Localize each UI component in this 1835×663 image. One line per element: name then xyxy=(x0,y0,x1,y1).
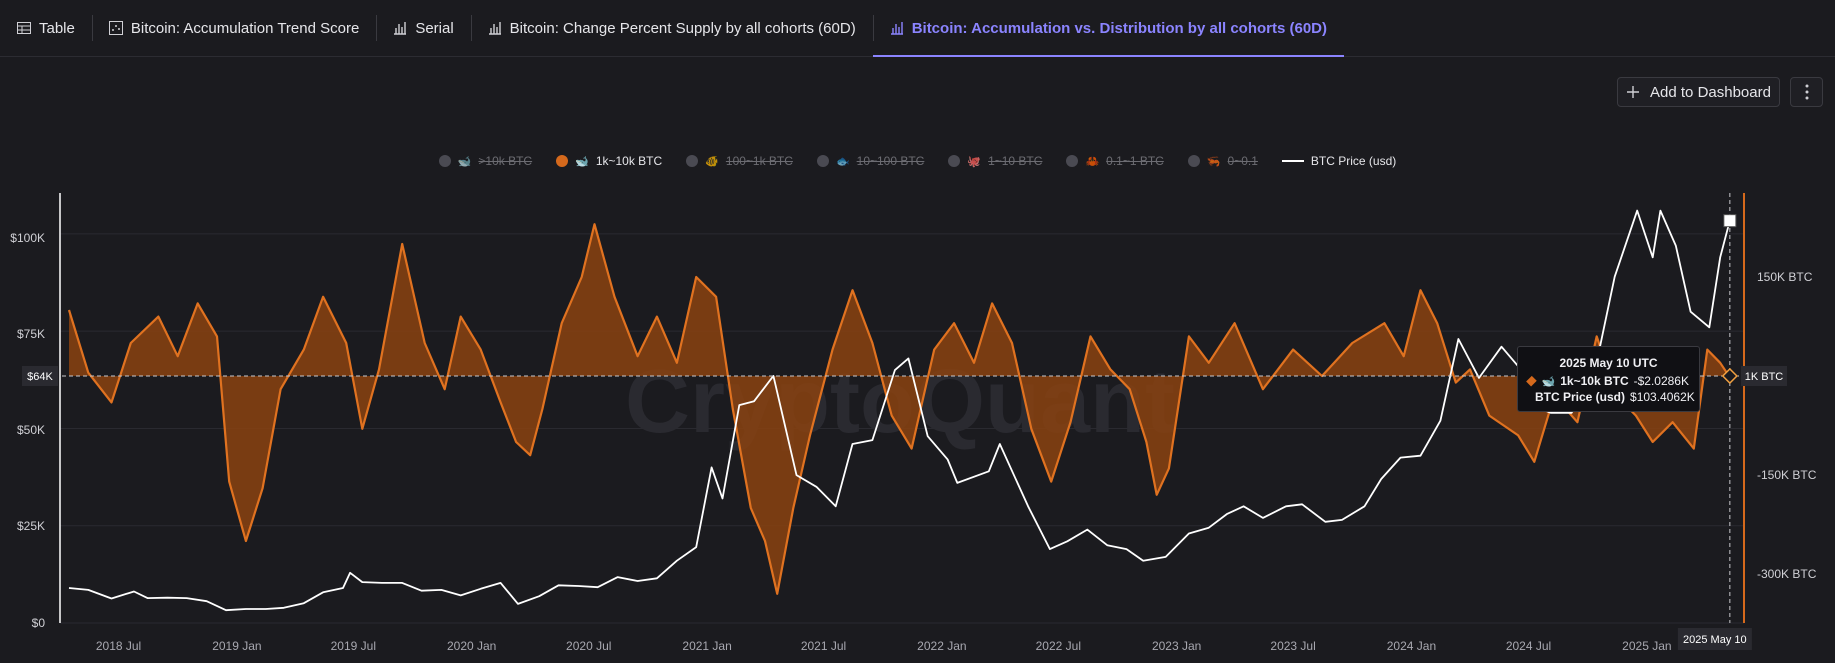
tab-3[interactable]: Bitcoin: Change Percent Supply by all co… xyxy=(470,0,873,56)
x-tick-label: 2021 Jan xyxy=(682,639,731,653)
chart-legend: 🐋 >10k BTC 🐋 1k~10k BTC 🐠 100~1k BTC 🐟 10~100 B… xyxy=(0,150,1835,172)
x-tick-label: 2020 Jan xyxy=(447,639,496,653)
kebab-menu-icon xyxy=(1805,84,1808,100)
legend-dot-icon xyxy=(686,155,699,167)
bar-chart-icon xyxy=(488,21,502,35)
x-tick-label: 2023 Jan xyxy=(1152,639,1201,653)
legend-dot-icon xyxy=(1066,155,1079,167)
bar-chart-icon xyxy=(393,21,407,35)
humpback-icon: 🐋 xyxy=(457,155,472,168)
tab-label: Serial xyxy=(415,19,454,37)
legend-item[interactable]: 🐋 >10k BTC xyxy=(438,154,533,168)
legend-dot-icon xyxy=(556,155,569,167)
bar-chart-icon xyxy=(890,21,904,35)
shrimp-icon: 🦐 xyxy=(1206,155,1221,168)
crosshair-left-label: $64K xyxy=(27,371,53,383)
legend-label: BTC Price (usd) xyxy=(1310,154,1397,168)
whale-icon: 🐋 xyxy=(575,155,589,168)
y-right-tick-label: 150K BTC xyxy=(1757,270,1813,284)
tab-1[interactable]: Bitcoin: Accumulation Trend Score xyxy=(91,0,376,56)
legend-label: >10k BTC xyxy=(478,154,533,168)
legend-label: 0.1~1 BTC xyxy=(1106,154,1164,168)
x-tick-label: 2022 Jan xyxy=(917,639,966,653)
tab-4[interactable]: Bitcoin: Accumulation vs. Distribution b… xyxy=(872,0,1345,57)
line-icon xyxy=(1281,160,1304,162)
more-options-button[interactable] xyxy=(1790,77,1823,107)
legend-item[interactable]: BTC Price (usd) xyxy=(1281,154,1397,168)
tooltip-row-whale: 🐋 1k~10k BTC -$2.0286K xyxy=(1526,374,1689,388)
crosshair-x-label: 2025 May 10 xyxy=(1683,634,1747,646)
tab-0[interactable]: Table xyxy=(0,0,92,56)
legend-label: 1~10 BTC xyxy=(988,154,1043,168)
y-right-tick-label: -300K BTC xyxy=(1757,567,1817,581)
tooltip-row-value: $103.4062K xyxy=(1630,390,1695,404)
legend-item[interactable]: 🐟 10~100 BTC xyxy=(816,154,925,168)
x-tick-label: 2019 Jul xyxy=(331,639,376,653)
y-right-tick-label: -150K BTC xyxy=(1757,468,1817,482)
tab-bar: Table Bitcoin: Accumulation Trend Score Se… xyxy=(0,0,1835,57)
y-left-tick-label: $75K xyxy=(17,327,45,341)
tab-label: Bitcoin: Accumulation Trend Score xyxy=(130,19,360,37)
tooltip-date: 2025 May 10 UTC xyxy=(1559,356,1658,370)
series-area-whale-fill xyxy=(69,224,1730,594)
tooltip-row-label: 1k~10k BTC xyxy=(1560,374,1629,388)
chart: CryptoQuant$0$25K$50K$75K$100K$64K150K B… xyxy=(10,193,1817,653)
legend-label: 1k~10k BTC xyxy=(595,154,663,168)
crab-icon: 🦀 xyxy=(1085,155,1100,168)
add-to-dashboard-label: Add to Dashboard xyxy=(1650,83,1771,101)
y-left-tick-label: $25K xyxy=(17,519,45,533)
shark-icon: 🐠 xyxy=(705,155,719,168)
x-tick-label: 2024 Jul xyxy=(1506,639,1551,653)
series-marker-icon xyxy=(1526,375,1537,387)
add-to-dashboard-button[interactable]: Add to Dashboard xyxy=(1617,77,1780,107)
scatter-icon xyxy=(108,21,123,35)
octopus-icon: 🐙 xyxy=(967,155,982,168)
tab-label: Bitcoin: Accumulation vs. Distribution b… xyxy=(911,19,1328,37)
x-tick-label: 2023 Jul xyxy=(1270,639,1315,653)
tooltip-row-price: BTC Price (usd) $103.4062K xyxy=(1528,390,1695,404)
table-icon xyxy=(17,22,31,34)
legend-item[interactable]: 🦀 0.1~1 BTC xyxy=(1066,154,1164,168)
whale-icon: 🐋 xyxy=(1541,375,1556,388)
tab-2[interactable]: Serial xyxy=(376,0,470,56)
x-tick-label: 2019 Jan xyxy=(212,639,261,653)
tooltip-row-label: BTC Price (usd) xyxy=(1535,390,1626,404)
legend-item[interactable]: 🦐 0~0.1 xyxy=(1187,154,1258,168)
x-tick-label: 2020 Jul xyxy=(566,639,611,653)
legend-item[interactable]: 🐋 1k~10k BTC xyxy=(556,154,662,168)
x-tick-label: 2021 Jul xyxy=(801,639,846,653)
x-tick-label: 2024 Jan xyxy=(1387,639,1436,653)
legend-dot-icon xyxy=(438,155,451,167)
x-tick-label: 2018 Jul xyxy=(96,639,141,653)
y-left-tick-label: $50K xyxy=(17,423,45,437)
legend-item[interactable]: 🐙 1~10 BTC xyxy=(948,154,1042,168)
price-marker xyxy=(1723,214,1737,228)
x-tick-label: 2022 Jul xyxy=(1036,639,1081,653)
legend-dot-icon xyxy=(948,155,961,167)
crosshair-right-label: 1K BTC xyxy=(1745,371,1784,383)
tab-label: Bitcoin: Change Percent Supply by all co… xyxy=(509,19,856,37)
plus-icon xyxy=(1627,86,1640,98)
x-tick-label: 2025 Jan xyxy=(1622,639,1671,653)
legend-label: 10~100 BTC xyxy=(856,154,925,168)
chart-tooltip: 2025 May 10 UTC 🐋 1k~10k BTC -$2.0286K B… xyxy=(1517,346,1700,412)
legend-label: 100~1k BTC xyxy=(725,154,793,168)
y-left-tick-label: $0 xyxy=(32,616,46,630)
tab-label: Table xyxy=(39,19,75,37)
y-left-tick-label: $100K xyxy=(10,231,45,245)
legend-item[interactable]: 🐠 100~1k BTC xyxy=(686,154,793,168)
legend-label: 0~0.1 xyxy=(1227,154,1258,168)
legend-dot-icon xyxy=(816,155,829,167)
tooltip-row-value: -$2.0286K xyxy=(1633,374,1689,388)
fish-icon: 🐟 xyxy=(835,155,850,168)
legend-dot-icon xyxy=(1187,155,1200,167)
